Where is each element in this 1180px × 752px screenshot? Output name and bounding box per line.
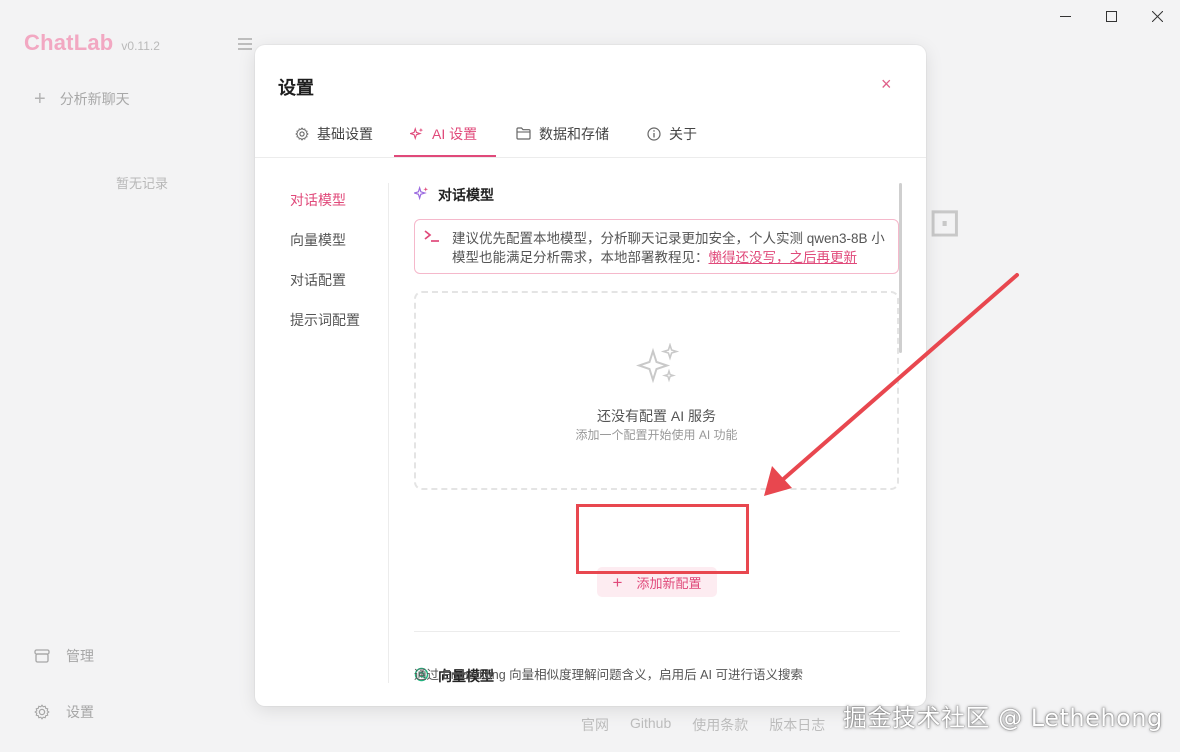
footer-link[interactable]: Github: [630, 715, 671, 735]
sparkles-icon: [635, 342, 680, 390]
hamburger-icon: [238, 38, 252, 50]
app-logo: ChatLab v0.11.2: [24, 30, 160, 56]
footer-link[interactable]: 版本日志: [769, 715, 825, 735]
subnav-item-chat-config[interactable]: 对话配置: [290, 272, 360, 312]
empty-title: 还没有配置 AI 服务: [596, 408, 716, 424]
manage-button[interactable]: 管理: [34, 646, 94, 666]
settings-tabs: 基础设置 AI 设置 数据和存储 关于: [255, 119, 926, 158]
archive-icon: [34, 649, 50, 663]
menu-toggle-button[interactable]: [238, 37, 252, 55]
tab-label: 数据和存储: [539, 125, 609, 142]
empty-subtitle: 添加一个配置开始使用 AI 功能: [575, 428, 738, 442]
watermark-text: 掘金技术社区 @ Lethehong: [843, 704, 1163, 732]
empty-config-placeholder: 还没有配置 AI 服务 添加一个配置开始使用 AI 功能: [414, 291, 899, 490]
tab-label: 关于: [669, 125, 697, 142]
notice-link[interactable]: 懒得还没写，之后再更新: [709, 250, 858, 265]
empty-history-text: 暂无记录: [116, 176, 169, 191]
chat-model-section-header: 对话模型: [412, 185, 494, 205]
add-config-label: 添加新配置: [636, 575, 702, 591]
ai-settings-content: 对话模型 建议优先配置本地模型，分析聊天记录更加安全，个人实测 qwen3-8B…: [412, 182, 900, 684]
local-model-notice: 建议优先配置本地模型，分析聊天记录更加安全，个人实测 qwen3-8B 小模型也…: [414, 219, 899, 274]
active-tab-indicator: [394, 155, 496, 157]
plus-icon: +: [612, 572, 623, 592]
settings-dialog: 设置 × 基础设置 AI 设置 数据和存储 关于 对话模型 向量模型 对话配置 …: [255, 45, 926, 706]
gear-icon: [34, 704, 50, 720]
gear-icon: [295, 126, 309, 141]
info-icon: [647, 126, 661, 141]
app-sidebar: ChatLab v0.11.2 + 分析新聊天 暂无记录 管理 设置: [0, 0, 252, 752]
app-version: v0.11.2: [121, 39, 160, 53]
tab-ai-settings[interactable]: AI 设置: [410, 119, 477, 158]
footer-link[interactable]: 使用条款: [692, 715, 748, 735]
new-chat-label: 分析新聊天: [59, 91, 130, 107]
close-icon: [1151, 10, 1163, 22]
content-scrollbar[interactable]: [899, 183, 902, 353]
folder-icon: [516, 127, 531, 140]
app-name: ChatLab: [24, 30, 114, 55]
dialog-close-button[interactable]: ×: [881, 75, 892, 93]
embedding-description: 通过 Embedding 向量相似度理解问题含义，启用后 AI 可进行语义搜索: [414, 668, 803, 682]
maximize-button[interactable]: [1088, 0, 1134, 32]
section-divider: [414, 631, 900, 632]
ai-settings-subnav: 对话模型 向量模型 对话配置 提示词配置: [290, 192, 360, 352]
dialog-title: 设置: [278, 78, 314, 98]
new-chat-button[interactable]: + 分析新聊天: [34, 89, 130, 109]
plus-icon: +: [34, 88, 46, 110]
sparkles-icon: [410, 126, 424, 141]
subnav-divider: [388, 183, 389, 683]
settings-button[interactable]: 设置: [34, 702, 94, 722]
tab-label: AI 设置: [432, 125, 478, 142]
settings-label: 设置: [66, 704, 94, 720]
tab-about[interactable]: 关于: [647, 119, 697, 158]
minimize-icon: [1059, 15, 1071, 17]
tab-label: 基础设置: [317, 125, 373, 142]
subnav-item-embedding-model[interactable]: 向量模型: [290, 232, 360, 272]
subnav-item-chat-model[interactable]: 对话模型: [290, 192, 360, 232]
notice-text: 建议优先配置本地模型，分析聊天记录更加安全，个人实测 qwen3-8B 小模型也…: [452, 229, 892, 267]
tab-data-storage[interactable]: 数据和存储: [516, 119, 609, 158]
footer-links: 官网 Github 使用条款 版本日志: [581, 715, 825, 735]
subnav-item-prompt-config[interactable]: 提示词配置: [290, 312, 360, 352]
manage-label: 管理: [66, 648, 94, 664]
background-decoration: ⊡: [928, 200, 962, 246]
maximize-icon: [1105, 10, 1117, 22]
sparkles-icon: [412, 185, 429, 204]
annotation-highlight-box: [576, 504, 749, 574]
terminal-icon: [423, 229, 441, 248]
window-controls: [1042, 0, 1180, 32]
close-window-button[interactable]: [1134, 0, 1180, 32]
tab-basic-settings[interactable]: 基础设置: [295, 119, 373, 158]
section-title: 对话模型: [438, 187, 494, 203]
footer-link[interactable]: 官网: [581, 715, 609, 735]
minimize-button[interactable]: [1042, 0, 1088, 32]
